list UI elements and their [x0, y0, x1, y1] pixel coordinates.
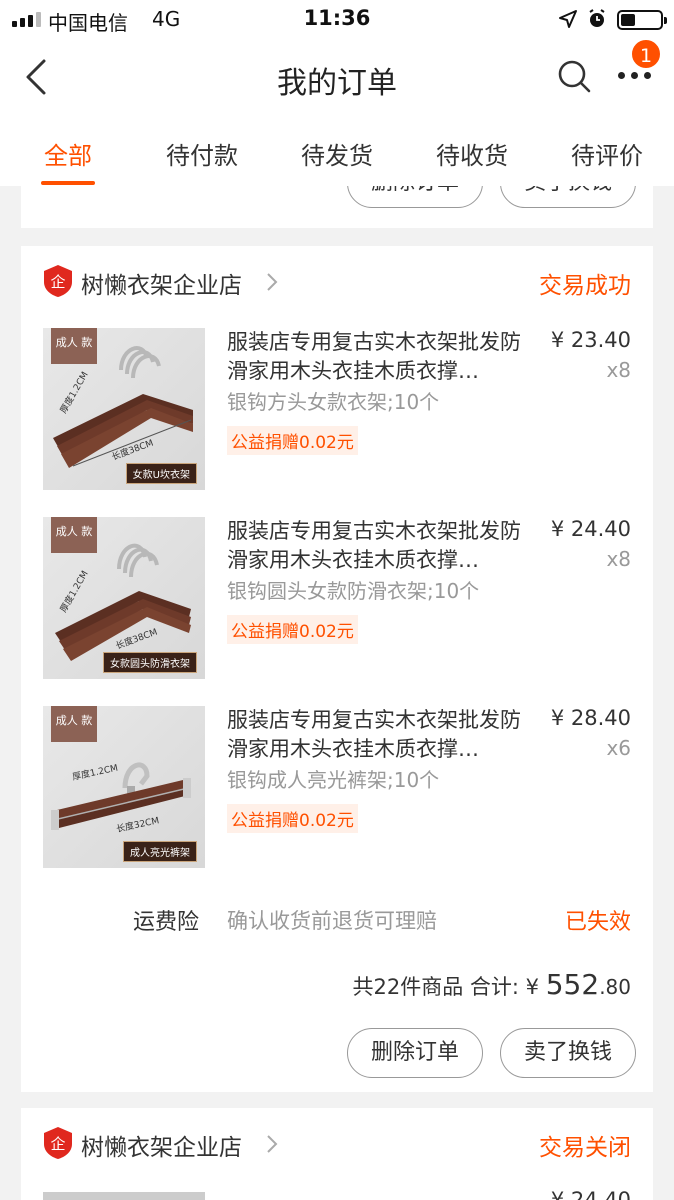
shipping-insurance-desc: 确认收货前退货可理赔 — [227, 909, 437, 933]
order-item[interactable]: 厚度1.2CM 长度38CM 成人 款 女款圆头防滑衣架 服装店专用复古实木衣架… — [21, 517, 653, 682]
notification-badge: 1 — [630, 38, 662, 70]
total-amount-integer: 552 — [545, 968, 600, 1001]
chevron-right-icon — [267, 273, 278, 291]
svg-text:厚度1.2CM: 厚度1.2CM — [57, 568, 91, 614]
order-item[interactable]: 厚度1.2CM 长度38CM 成人 款 女款U坎衣架 服装店专用复古实木衣架批发… — [21, 328, 653, 493]
search-icon[interactable] — [556, 58, 592, 94]
order-status: 交易关闭 — [539, 1135, 631, 1161]
product-spec: 银钩圆头女款防滑衣架;10个 — [227, 579, 480, 603]
tab-active-indicator — [41, 181, 95, 185]
tab-all[interactable]: 全部 — [18, 136, 118, 171]
svg-text:厚度1.2CM: 厚度1.2CM — [57, 369, 91, 415]
product-tag: 成人 款 — [51, 328, 97, 364]
shop-logo-icon: 企 — [44, 265, 72, 297]
order-status: 交易成功 — [539, 273, 631, 299]
product-name: 服装店专用复古实木衣架批发防滑家用木头衣挂木质衣撑… — [227, 708, 521, 761]
tab-pending-receipt[interactable]: 待收货 — [422, 136, 522, 171]
product-caption: 女款U坎衣架 — [125, 463, 197, 484]
shop-header[interactable]: 企 树懒衣架企业店 交易成功 — [21, 246, 653, 316]
chevron-right-icon — [267, 1135, 278, 1153]
charity-tag: 公益捐赠0.02元 — [227, 804, 358, 833]
shipping-insurance-status: 已失效 — [564, 910, 631, 935]
order-item[interactable]: 厚度1.2CM 长度32CM 成人 款 成人亮光裤架 服装店专用复古实木衣架批发… — [21, 706, 653, 871]
product-image — [43, 1192, 205, 1200]
sell-button[interactable]: 卖了换钱 — [500, 1028, 636, 1078]
item-count-label: 共22件商品 合计: — [352, 975, 519, 999]
svg-text:长度32CM: 长度32CM — [115, 814, 160, 835]
product-caption: 成人亮光裤架 — [123, 841, 197, 862]
product-price: ¥ 28.40 — [550, 706, 631, 730]
charity-tag: 公益捐赠0.02元 — [227, 615, 358, 644]
charity-tag: 公益捐赠0.02元 — [227, 426, 358, 455]
product-quantity: x8 — [606, 358, 631, 382]
product-price: ¥ 24.40 — [550, 1188, 631, 1200]
product-quantity: x6 — [606, 736, 631, 760]
more-icon[interactable] — [618, 72, 654, 82]
shipping-insurance-label: 运费险 — [133, 910, 200, 935]
product-image: 厚度1.2CM 长度38CM 成人 款 女款U坎衣架 — [43, 328, 205, 490]
product-image: 厚度1.2CM 长度32CM 成人 款 成人亮光裤架 — [43, 706, 205, 868]
product-tag: 成人 款 — [51, 517, 97, 553]
order-tabs: 全部 待付款 待发货 待收货 待评价 — [0, 118, 674, 186]
status-bar: 中国电信 4G 11:36 — [0, 0, 674, 38]
svg-text:厚度1.2CM: 厚度1.2CM — [71, 762, 119, 783]
product-price: ¥ 23.40 — [550, 328, 631, 352]
product-price: ¥ 24.40 — [550, 517, 631, 541]
product-image: 厚度1.2CM 长度38CM 成人 款 女款圆头防滑衣架 — [43, 517, 205, 679]
battery-icon — [617, 10, 667, 30]
product-spec: 银钩成人亮光裤架;10个 — [227, 768, 440, 792]
product-spec: 银钩方头女款衣架;10个 — [227, 390, 440, 414]
shop-name: 树懒衣架企业店 — [81, 273, 242, 299]
order-card: 企 树懒衣架企业店 交易成功 厚度1.2CM 长度38CM 成人 款 女款U坎衣… — [21, 246, 653, 1092]
delete-order-button[interactable]: 删除订单 — [347, 1028, 483, 1078]
svg-text:企: 企 — [50, 1135, 65, 1153]
tab-pending-review[interactable]: 待评价 — [557, 136, 657, 171]
order-card: 企 树懒衣架企业店 交易关闭 ¥ 24.40 — [21, 1108, 653, 1200]
shop-header[interactable]: 企 树懒衣架企业店 交易关闭 — [21, 1108, 653, 1178]
svg-text:企: 企 — [50, 273, 65, 291]
tab-pending-shipment[interactable]: 待发货 — [287, 136, 387, 171]
product-tag: 成人 款 — [51, 706, 97, 742]
order-total: 共22件商品 合计: ¥ 552.80 — [353, 968, 632, 1001]
alarm-icon — [589, 9, 605, 27]
location-icon — [559, 10, 577, 28]
product-caption: 女款圆头防滑衣架 — [103, 652, 197, 673]
total-amount-decimal: .80 — [599, 975, 631, 999]
svg-text:长度38CM: 长度38CM — [110, 437, 155, 463]
product-quantity: x8 — [606, 547, 631, 571]
shop-name: 树懒衣架企业店 — [81, 1135, 242, 1161]
product-name: 服装店专用复古实木衣架批发防滑家用木头衣挂木质衣撑… — [227, 519, 521, 572]
shop-logo-icon: 企 — [44, 1127, 72, 1159]
tab-pending-payment[interactable]: 待付款 — [152, 136, 252, 171]
nav-bar: 我的订单 1 — [0, 38, 674, 118]
currency-symbol: ¥ — [525, 975, 540, 999]
product-name: 服装店专用复古实木衣架批发防滑家用木头衣挂木质衣撑… — [227, 330, 521, 383]
